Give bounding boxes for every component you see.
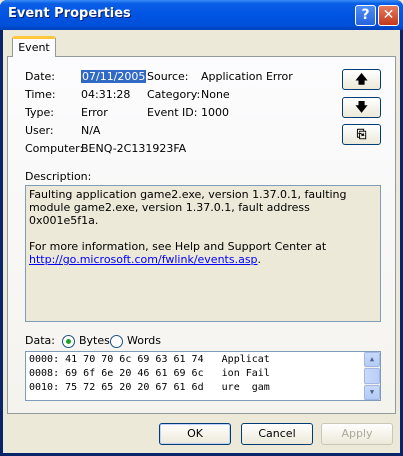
- data-label: Data:: [25, 334, 55, 347]
- data-row: 0008: 69 6f 6e 20 46 61 69 6c ion Fail: [29, 368, 270, 379]
- copy-icon: ⎘: [356, 127, 367, 141]
- arrow-down-icon: 🡇: [355, 100, 368, 114]
- event-tab-panel: Date: 07/11/2005 Time: 04:31:28 Type: Er…: [7, 56, 396, 414]
- words-radio[interactable]: [110, 335, 123, 348]
- arrow-up-icon: 🡅: [355, 72, 368, 86]
- user-value: N/A: [81, 124, 101, 137]
- ok-button[interactable]: OK: [159, 423, 231, 445]
- date-value[interactable]: 07/11/2005: [81, 70, 147, 83]
- type-value: Error: [81, 106, 108, 119]
- category-label: Category:: [147, 88, 201, 101]
- computer-label: Computer:: [25, 142, 84, 155]
- dialog-client: Event Date: 07/11/2005 Time: 04:31:28 Ty…: [3, 30, 400, 453]
- source-value: Application Error: [201, 70, 293, 83]
- source-label: Source:: [147, 70, 189, 83]
- apply-button: Apply: [321, 423, 393, 445]
- title-bar[interactable]: Event Properties ? ✕: [0, 0, 403, 30]
- eventid-label: Event ID:: [147, 106, 198, 119]
- time-value: 04:31:28: [81, 88, 131, 101]
- help-center-paragraph: For more information, see Help and Suppo…: [29, 240, 377, 266]
- scroll-thumb[interactable]: [364, 368, 380, 384]
- copy-button[interactable]: ⎘: [342, 124, 381, 145]
- window-title: Event Properties: [8, 6, 131, 21]
- cancel-button[interactable]: Cancel: [241, 423, 313, 445]
- words-radio-label[interactable]: Words: [127, 334, 161, 347]
- time-label: Time:: [25, 88, 56, 101]
- data-listbox[interactable]: 0000: 41 70 70 6c 69 63 61 74 Applicat 0…: [25, 351, 381, 401]
- help-icon[interactable]: ?: [355, 5, 376, 26]
- eventid-value: 1000: [201, 106, 229, 119]
- help-center-text: For more information, see Help and Suppo…: [29, 240, 327, 253]
- date-label: Date:: [25, 70, 55, 83]
- category-value: None: [201, 88, 230, 101]
- close-icon[interactable]: ✕: [378, 5, 399, 26]
- bytes-radio[interactable]: [62, 335, 75, 348]
- data-row: 0000: 41 70 70 6c 69 63 61 74 Applicat: [29, 354, 270, 365]
- user-label: User:: [25, 124, 54, 137]
- event-properties-window: Event Properties ? ✕ Event Date: 07/11/2…: [0, 0, 403, 456]
- description-text[interactable]: Faulting application game2.exe, version …: [25, 185, 381, 322]
- description-paragraph: Faulting application game2.exe, version …: [29, 188, 347, 227]
- data-scrollbar[interactable]: ▲ ▼: [364, 352, 380, 400]
- scroll-down-icon[interactable]: ▼: [364, 385, 380, 400]
- type-label: Type:: [25, 106, 54, 119]
- description-label: Description:: [25, 170, 92, 183]
- data-row: 0010: 75 72 65 20 20 67 61 6d ure gam: [29, 382, 270, 393]
- radio-selected-dot: [66, 339, 71, 344]
- computer-value: BENQ-2C131923FA: [81, 142, 187, 155]
- previous-event-button[interactable]: 🡅: [342, 69, 381, 90]
- bytes-radio-label[interactable]: Bytes: [79, 334, 110, 347]
- link-suffix: .: [257, 253, 262, 266]
- tab-event[interactable]: Event: [12, 36, 56, 57]
- scroll-up-icon[interactable]: ▲: [364, 352, 380, 367]
- next-event-button[interactable]: 🡇: [342, 97, 381, 118]
- help-center-link[interactable]: http://go.microsoft.com/fwlink/events.as…: [29, 253, 258, 266]
